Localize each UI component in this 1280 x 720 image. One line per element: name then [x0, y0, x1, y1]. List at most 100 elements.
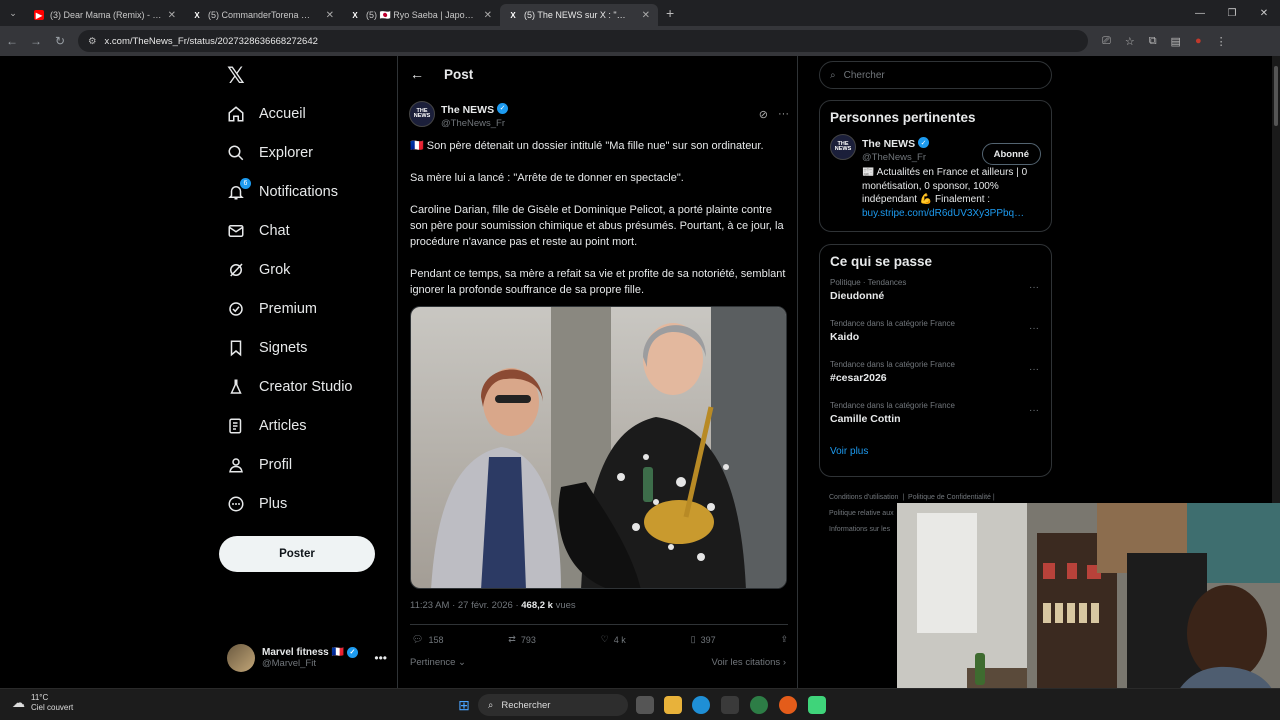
bookmark-count: 397: [700, 634, 716, 645]
url-bar[interactable]: ⚙ x.com/TheNews_Fr/status/20273286366682…: [78, 30, 1088, 52]
sort-dropdown[interactable]: Pertinence ⌄: [410, 657, 466, 668]
grok-icon[interactable]: ⊘: [759, 108, 768, 121]
close-tab-icon[interactable]: ✕: [484, 10, 492, 21]
trend-item[interactable]: Tendance dans la catégorie France #cesar…: [820, 360, 1051, 401]
see-more-link[interactable]: Voir plus: [820, 442, 1051, 469]
person-name[interactable]: The NEWS: [862, 138, 915, 150]
weather-widget[interactable]: ☁ 11°C Ciel couvert: [12, 693, 73, 713]
site-info-icon[interactable]: ⚙: [88, 36, 97, 47]
post-paragraph: Pendant ce temps, sa mère a refait sa vi…: [410, 268, 786, 296]
views-label: vues: [552, 600, 576, 611]
trend-item[interactable]: Tendance dans la catégorie France Kaido …: [820, 319, 1051, 360]
edge-icon[interactable]: [692, 696, 710, 714]
browser-tab[interactable]: ▶ (3) Dear Mama (Remix) - YouTube ✕: [26, 4, 184, 26]
browser-tab[interactable]: X (5) CommanderTorena ⚡ sur X ✕: [184, 4, 342, 26]
trend-item[interactable]: Tendance dans la catégorie France Camill…: [820, 401, 1051, 442]
bio-link[interactable]: buy.stripe.com/dR6dUV3Xy3PPbq…: [862, 208, 1024, 219]
search-input[interactable]: ⌕ Chercher: [819, 61, 1052, 89]
nav-item-bookmarks[interactable]: Signets: [227, 333, 307, 363]
more-dots-icon[interactable]: ···: [778, 108, 789, 121]
view-quotes-link[interactable]: Voir les citations ›: [712, 657, 786, 668]
post-image[interactable]: [410, 306, 787, 589]
repost-icon: ⇄: [508, 634, 516, 644]
more-dots-icon[interactable]: ···: [1029, 323, 1039, 334]
footer-link[interactable]: Politique relative aux: [829, 510, 894, 517]
like-button[interactable]: ♡ 4 k: [601, 634, 626, 645]
mail-icon: [227, 222, 245, 240]
avatar[interactable]: THE NEWS: [830, 134, 856, 160]
tab-search-icon[interactable]: ⌄: [0, 8, 26, 19]
store-icon[interactable]: [721, 696, 739, 714]
footer-link[interactable]: Conditions d'utilisation: [829, 494, 898, 501]
more-dots-icon[interactable]: •••: [374, 651, 387, 665]
post-timestamp[interactable]: 11:23 AM · 27 févr. 2026 ·: [410, 600, 521, 611]
author-name[interactable]: The NEWS: [441, 104, 494, 116]
chrome-icon[interactable]: [750, 696, 768, 714]
close-tab-icon[interactable]: ✕: [168, 10, 176, 21]
firefox-icon[interactable]: [779, 696, 797, 714]
browser-tab-active[interactable]: X (5) The NEWS sur X : "🇫🇷 Son père… ✕: [500, 4, 658, 26]
nav-item-grok[interactable]: Grok: [227, 255, 290, 285]
sidebar-icon[interactable]: ▤: [1171, 35, 1181, 48]
nav-label: Premium: [259, 301, 318, 317]
author-avatar[interactable]: THE NEWS: [409, 101, 435, 127]
maximize-icon[interactable]: ❐: [1216, 8, 1248, 19]
weather-condition: Ciel couvert: [31, 703, 74, 712]
back-arrow-icon[interactable]: ←: [410, 66, 424, 82]
menu-icon[interactable]: ⋮: [1216, 35, 1227, 48]
nav-item-explore[interactable]: Explorer: [227, 138, 313, 168]
post-paragraph: Caroline Darian, fille de Gisèle et Domi…: [410, 204, 784, 248]
more-dots-icon[interactable]: ···: [1029, 405, 1039, 416]
close-tab-icon[interactable]: ✕: [326, 10, 334, 21]
trend-context: Tendance dans la catégorie France: [830, 319, 955, 328]
verified-icon: [227, 300, 245, 318]
nav-item-home[interactable]: Accueil: [227, 99, 306, 129]
new-tab-icon[interactable]: +: [666, 5, 674, 21]
search-placeholder: Chercher: [843, 69, 885, 81]
reload-icon[interactable]: ↻: [48, 34, 72, 48]
reply-button[interactable]: 💬︎ 158: [412, 634, 443, 645]
bookmark-icon: [227, 339, 245, 357]
trend-context: Tendance dans la catégorie France: [830, 401, 955, 410]
browser-tab[interactable]: X (5) 🇯🇵 Ryo Saeba | Japon XYZ 📍 ✕: [342, 4, 500, 26]
nav-item-articles[interactable]: Articles: [227, 411, 307, 441]
taskbar-search[interactable]: ⌕ Rechercher: [478, 694, 628, 716]
post-button[interactable]: Poster: [219, 536, 375, 572]
bookmark-star-icon[interactable]: ☆: [1125, 35, 1135, 48]
x-logo-icon[interactable]: 𝕏: [227, 64, 245, 89]
profile-icon[interactable]: ●: [1195, 35, 1202, 48]
account-switcher[interactable]: Marvel fitness 🇫🇷 ✓ @Marvel_Fit •••: [227, 642, 387, 674]
more-dots-icon[interactable]: ···: [1029, 282, 1039, 293]
nav-label: Signets: [259, 340, 308, 356]
footer-link[interactable]: Informations sur les: [829, 526, 890, 533]
more-dots-icon[interactable]: ···: [1029, 364, 1039, 375]
trend-name: Dieudonné: [830, 290, 885, 302]
scrollbar-thumb[interactable]: [1274, 66, 1278, 126]
nav-item-profile[interactable]: Profil: [227, 450, 292, 480]
task-view-icon[interactable]: [636, 696, 654, 714]
close-window-icon[interactable]: ✕: [1248, 8, 1280, 19]
extensions-icon[interactable]: ⧉: [1149, 35, 1157, 48]
nav-item-creator-studio[interactable]: Creator Studio: [227, 372, 353, 402]
back-arrow-icon[interactable]: ←: [0, 34, 24, 48]
trend-item[interactable]: Politique · Tendances Dieudonné ···: [820, 278, 1051, 319]
repost-button[interactable]: ⇄ 793: [508, 634, 536, 645]
forward-arrow-icon[interactable]: →: [24, 34, 48, 48]
footer-link[interactable]: Politique de Confidentialité: [908, 494, 991, 501]
heart-icon: ♡: [600, 634, 609, 644]
nav-item-chat[interactable]: Chat: [227, 216, 290, 246]
following-button[interactable]: Abonné: [981, 143, 1041, 165]
x-icon: X: [194, 10, 200, 20]
close-tab-icon[interactable]: ✕: [642, 10, 650, 21]
file-explorer-icon[interactable]: [664, 696, 682, 714]
app-icon[interactable]: [808, 696, 826, 714]
author-handle[interactable]: @TheNews_Fr: [441, 118, 508, 129]
nav-item-premium[interactable]: Premium: [227, 294, 317, 324]
install-app-icon[interactable]: ⎚: [1102, 35, 1111, 48]
nav-item-notifications[interactable]: 6 Notifications: [227, 177, 338, 207]
share-icon[interactable]: ⇪: [780, 634, 788, 645]
nav-item-more[interactable]: Plus: [227, 489, 287, 519]
bookmark-button[interactable]: ▯ 397: [691, 634, 716, 645]
minimize-icon[interactable]: —: [1184, 8, 1216, 19]
start-icon[interactable]: ⊞: [455, 696, 473, 714]
